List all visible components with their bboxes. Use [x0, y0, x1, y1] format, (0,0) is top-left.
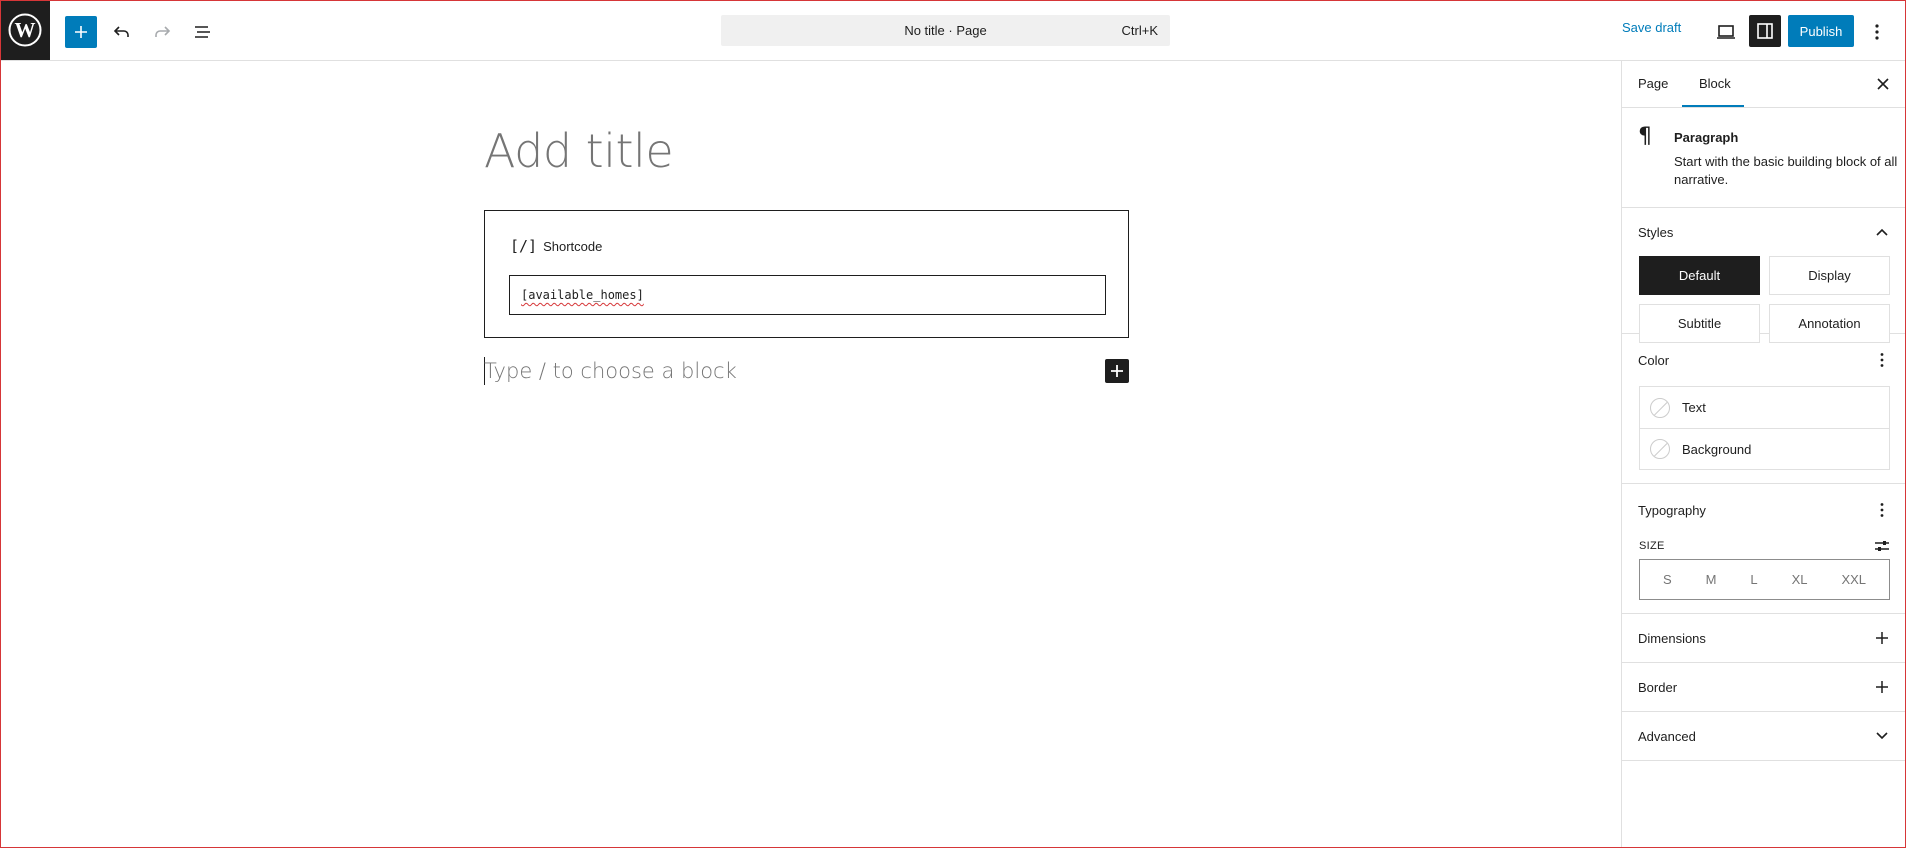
styles-panel: Styles Default Display Subtitle Annotati…	[1622, 208, 1906, 343]
typography-panel: Typography SIZE S M L XL XXL	[1622, 484, 1906, 614]
desktop-icon	[1717, 25, 1735, 39]
advanced-panel-title: Advanced	[1638, 729, 1696, 744]
typography-panel-title: Typography	[1638, 503, 1706, 518]
svg-text:W: W	[15, 18, 36, 42]
post-title-input[interactable]: Add title	[484, 124, 674, 178]
list-view-icon	[195, 26, 210, 38]
command-shortcut: Ctrl+K	[1121, 23, 1158, 38]
shortcode-block-label: [/] Shortcode	[510, 237, 602, 255]
color-panel-title: Color	[1638, 353, 1670, 368]
publish-button[interactable]: Publish	[1788, 15, 1854, 47]
style-display-button[interactable]: Display	[1769, 256, 1890, 295]
color-options-button[interactable]	[1872, 350, 1892, 370]
settings-sidebar: Page Block ¶ Paragraph Start with the ba…	[1621, 61, 1906, 848]
inline-add-block-button[interactable]	[1105, 359, 1129, 383]
shortcode-icon: [/]	[510, 237, 538, 255]
settings-sliders-icon	[1875, 541, 1889, 551]
size-option-l[interactable]: L	[1750, 572, 1757, 587]
advanced-expand-button[interactable]	[1872, 726, 1892, 746]
empty-swatch-icon	[1650, 439, 1670, 459]
paragraph-icon: ¶	[1638, 124, 1652, 149]
shortcode-input[interactable]: [available_homes]	[509, 275, 1106, 315]
background-color-label: Background	[1682, 441, 1752, 457]
plus-icon	[1876, 632, 1888, 644]
settings-toggle-button[interactable]	[1749, 15, 1781, 47]
advanced-panel[interactable]: Advanced	[1622, 712, 1906, 761]
block-name: Paragraph	[1674, 130, 1739, 145]
text-color-label: Text	[1682, 400, 1706, 415]
close-icon	[1877, 78, 1889, 90]
size-option-m[interactable]: M	[1706, 572, 1717, 587]
style-variations: Default Display Subtitle Annotation	[1639, 256, 1890, 343]
tab-page[interactable]: Page	[1638, 76, 1668, 91]
close-sidebar-button[interactable]	[1870, 71, 1896, 97]
shortcode-value: [available_homes]	[521, 288, 644, 302]
more-vertical-icon	[1880, 353, 1884, 367]
empty-swatch-icon	[1650, 397, 1670, 418]
custom-size-button[interactable]	[1872, 536, 1892, 556]
redo-icon	[155, 26, 171, 37]
size-option-xl[interactable]: XL	[1792, 572, 1808, 587]
plus-icon	[75, 26, 87, 38]
styles-collapse-button[interactable]	[1872, 222, 1892, 242]
border-panel-title: Border	[1638, 680, 1678, 695]
border-add-button[interactable]	[1872, 677, 1892, 697]
color-settings-list: Text Background	[1639, 386, 1890, 470]
color-panel: Color Text Background	[1622, 334, 1906, 484]
wordpress-logo-icon[interactable]: W	[0, 0, 50, 60]
save-draft-button[interactable]: Save draft	[1622, 20, 1681, 35]
more-vertical-icon	[1880, 503, 1884, 517]
styles-panel-title[interactable]: Styles	[1638, 225, 1673, 240]
shortcode-label-text: Shortcode	[543, 238, 603, 254]
block-description: Start with the basic building block of a…	[1674, 154, 1898, 187]
sidebar-tabs: Page Block	[1622, 61, 1906, 108]
typography-options-button[interactable]	[1872, 500, 1892, 520]
active-tab-indicator	[1682, 105, 1744, 107]
block-card: ¶ Paragraph Start with the basic buildin…	[1622, 108, 1906, 208]
options-menu-button[interactable]	[1865, 16, 1889, 48]
preview-button[interactable]	[1710, 16, 1742, 48]
document-overview-button[interactable]	[186, 16, 218, 48]
tab-block[interactable]: Block	[1699, 76, 1731, 91]
chevron-up-icon	[1876, 228, 1888, 236]
redo-button[interactable]	[146, 16, 178, 48]
style-default-button[interactable]: Default	[1639, 256, 1760, 295]
plus-icon	[1876, 681, 1888, 693]
background-color-control[interactable]: Background	[1640, 428, 1889, 469]
editor-canvas[interactable]: Add title [/] Shortcode [available_homes…	[0, 61, 1621, 848]
chevron-down-icon	[1876, 732, 1888, 740]
dimensions-panel-title: Dimensions	[1638, 631, 1706, 646]
border-panel[interactable]: Border	[1622, 663, 1906, 712]
dimensions-panel[interactable]: Dimensions	[1622, 614, 1906, 663]
sidebar-icon	[1757, 23, 1773, 39]
command-palette-bar[interactable]: No title · Page Ctrl+K	[721, 15, 1170, 46]
document-title: No title · Page	[904, 23, 987, 38]
undo-button[interactable]	[106, 16, 138, 48]
font-size-picker: S M L XL XXL	[1639, 559, 1890, 600]
dimensions-add-button[interactable]	[1872, 628, 1892, 648]
add-block-button[interactable]	[65, 16, 97, 48]
empty-paragraph-block[interactable]: Type / to choose a block	[484, 359, 737, 383]
editor-toolbar: W No title · Page Ctrl+K Save draft Publ…	[0, 0, 1906, 61]
more-vertical-icon	[1875, 24, 1879, 40]
size-option-xxl[interactable]: XXL	[1841, 572, 1866, 587]
undo-icon	[113, 26, 129, 37]
shortcode-block[interactable]: [/] Shortcode [available_homes]	[484, 210, 1129, 338]
text-color-control[interactable]: Text	[1640, 387, 1889, 428]
size-label: SIZE	[1639, 540, 1665, 552]
size-option-s[interactable]: S	[1663, 572, 1672, 587]
plus-icon	[1111, 365, 1123, 377]
